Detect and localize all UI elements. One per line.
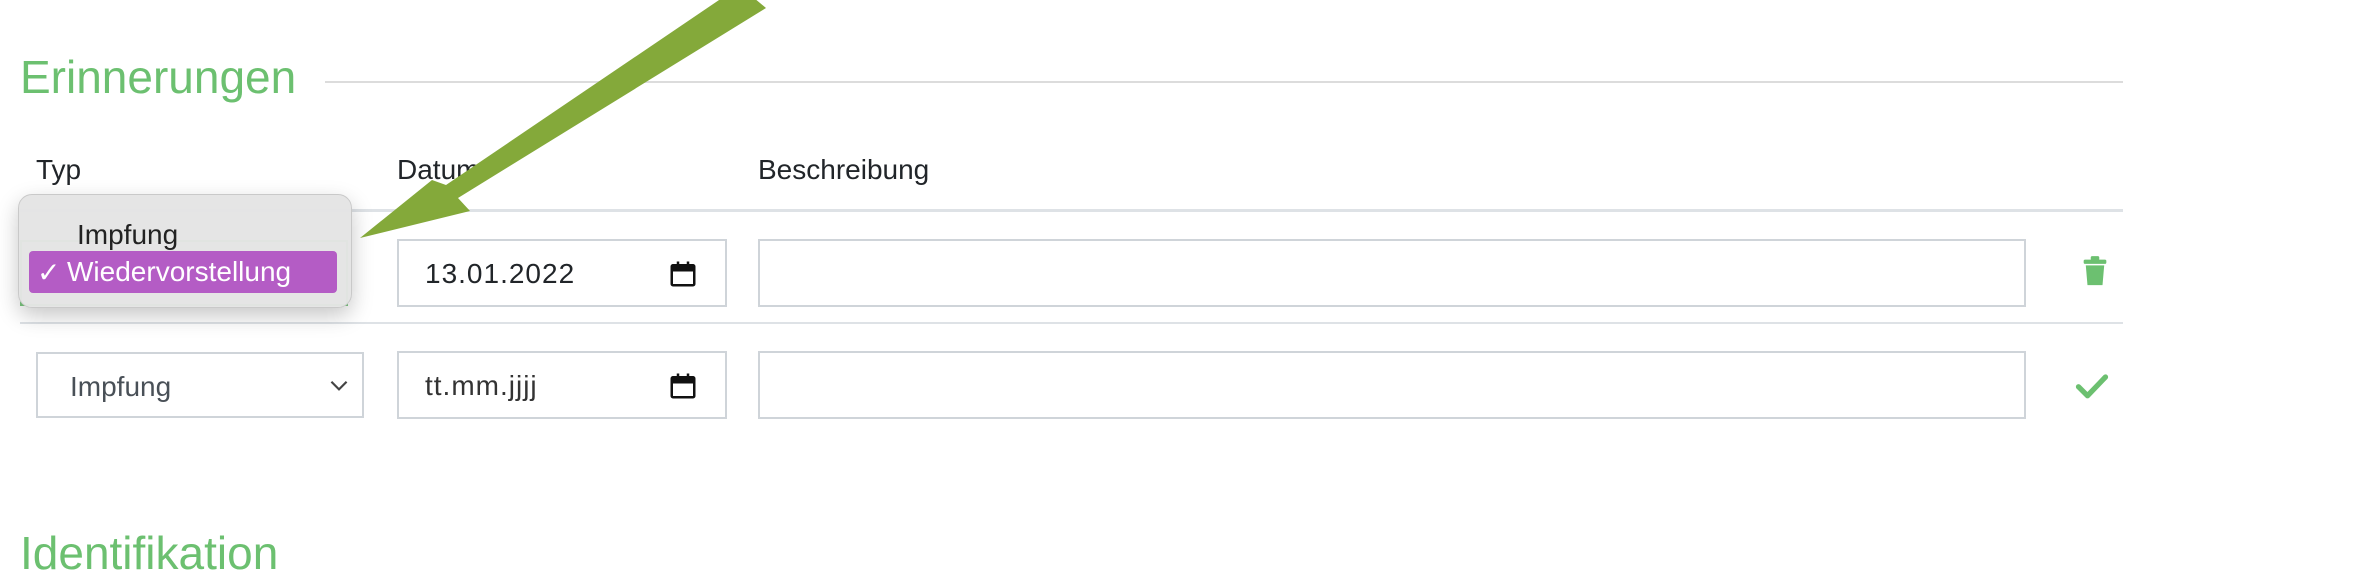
dropdown-option-label: Impfung xyxy=(77,219,179,250)
check-icon[interactable] xyxy=(2074,368,2110,404)
section-title: Erinnerungen xyxy=(20,51,297,103)
row2-date-placeholder: tt.mm.jjjj xyxy=(425,370,538,401)
column-header-type: Typ xyxy=(36,154,82,185)
row2-type-value: Impfung xyxy=(70,371,172,402)
dropdown-option-wiedervorstellung[interactable]: ✓ Wiedervorstellung xyxy=(29,251,337,293)
column-header-date: Datum xyxy=(397,154,480,185)
row1-date-input[interactable]: 13.01.2022 xyxy=(397,239,727,307)
next-section-title: Identifikation xyxy=(20,527,279,579)
row2-description-input[interactable] xyxy=(758,351,2026,419)
row1-description-input[interactable] xyxy=(758,239,2026,307)
calendar-icon[interactable] xyxy=(668,259,698,289)
section-divider xyxy=(325,81,2123,83)
row-divider xyxy=(20,322,2123,324)
trash-icon[interactable] xyxy=(2078,254,2112,288)
type-dropdown-menu[interactable]: Impfung ✓ Wiedervorstellung xyxy=(18,194,352,308)
row2-type-select[interactable]: Impfung xyxy=(36,352,364,418)
row1-date-value: 13.01.2022 xyxy=(425,258,576,289)
chevron-down-icon xyxy=(330,380,348,391)
dropdown-option-impfung[interactable]: Impfung xyxy=(29,213,337,255)
dropdown-option-label: Wiedervorstellung xyxy=(67,256,292,287)
row2-date-input[interactable]: tt.mm.jjjj xyxy=(397,351,727,419)
calendar-icon[interactable] xyxy=(668,371,698,401)
column-header-description: Beschreibung xyxy=(758,154,930,185)
checkmark-icon: ✓ xyxy=(37,257,61,288)
